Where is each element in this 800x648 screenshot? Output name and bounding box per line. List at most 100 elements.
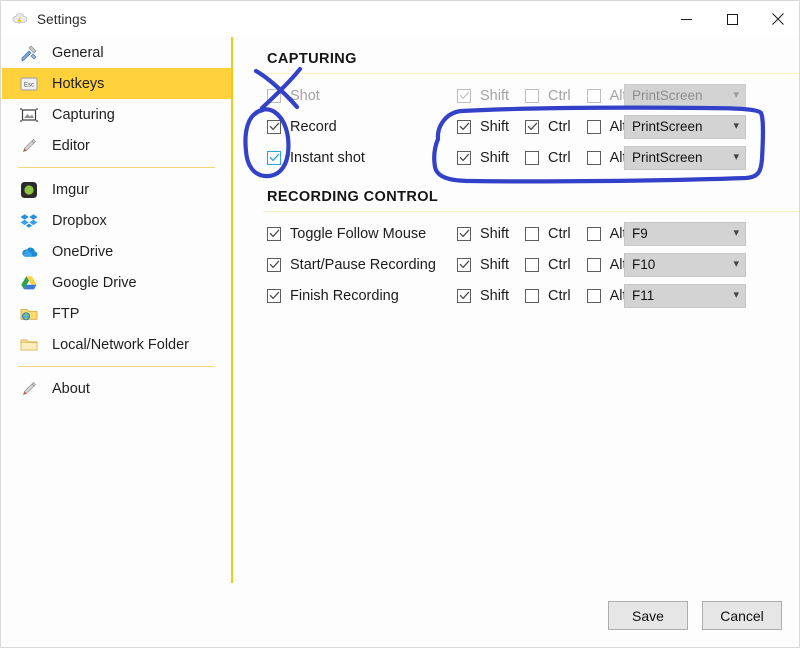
modifier-alt-checkbox[interactable]	[586, 288, 601, 303]
minimize-icon[interactable]	[663, 1, 709, 37]
key-select[interactable]: PrintScreen ▾	[624, 145, 746, 170]
hotkey-label: Record	[290, 118, 337, 135]
key-select-value: F10	[632, 257, 656, 272]
modifier-alt-checkbox[interactable]	[586, 119, 601, 134]
hotkey-label: Instant shot	[290, 149, 365, 166]
modifier-group: Shift Ctrl Alt	[457, 119, 643, 135]
sidebar-item-capturing[interactable]: Capturing	[2, 99, 231, 130]
sidebar-item-label: General	[52, 44, 104, 61]
sidebar-item-hotkeys[interactable]: Esc Hotkeys	[2, 68, 231, 99]
enable-checkbox[interactable]	[267, 257, 281, 272]
enable-checkbox[interactable]	[267, 150, 281, 165]
modifier-ctrl[interactable]: Ctrl	[525, 257, 571, 273]
modifier-shift-checkbox[interactable]	[457, 257, 471, 272]
modifier-label: Shift	[480, 118, 510, 135]
modifier-ctrl[interactable]: Ctrl	[525, 150, 571, 166]
sidebar-item-label: Local/Network Folder	[52, 336, 189, 353]
modifier-ctrl-checkbox[interactable]	[525, 88, 540, 103]
modifier-ctrl[interactable]: Ctrl	[525, 119, 571, 135]
modifier-group: Shift Ctrl Alt	[457, 257, 643, 273]
modifier-shift-checkbox[interactable]	[457, 288, 471, 303]
modifier-shift-checkbox[interactable]	[457, 119, 471, 134]
sidebar-item-about[interactable]: About	[2, 373, 231, 404]
key-select[interactable]: F11 ▾	[624, 283, 746, 308]
modifier-shift[interactable]: Shift	[457, 288, 509, 304]
modifier-alt-checkbox[interactable]	[586, 226, 601, 241]
modifier-label: Ctrl	[548, 287, 571, 304]
modifier-shift[interactable]: Shift	[457, 150, 509, 166]
modifier-label: Shift	[480, 225, 510, 242]
modifier-ctrl-checkbox[interactable]	[525, 150, 540, 165]
enable-checkbox[interactable]	[267, 88, 281, 103]
modifier-ctrl[interactable]: Ctrl	[525, 288, 571, 304]
modifier-ctrl-checkbox[interactable]	[525, 288, 540, 303]
modifier-ctrl-checkbox[interactable]	[525, 119, 540, 134]
modifier-shift[interactable]: Shift	[457, 88, 509, 104]
sidebar-item-local-network-folder[interactable]: Local/Network Folder	[2, 329, 231, 360]
sidebar-item-label: Google Drive	[52, 274, 137, 291]
enable-checkbox[interactable]	[267, 119, 281, 134]
google-drive-icon	[18, 272, 40, 294]
modifier-shift-checkbox[interactable]	[457, 88, 471, 103]
enable-checkbox[interactable]	[267, 226, 281, 241]
sidebar-item-label: About	[52, 380, 90, 397]
modifier-label: Ctrl	[548, 256, 571, 273]
sidebar-divider	[18, 167, 215, 168]
folder-icon	[18, 334, 40, 356]
key-select[interactable]: F10 ▾	[624, 252, 746, 277]
modifier-alt-checkbox[interactable]	[586, 150, 601, 165]
hotkey-row-content: Toggle Follow Mouse Shift Ctrl Alt F9 ▾	[235, 218, 799, 249]
title-bar: Settings	[1, 1, 799, 37]
section-title-recording-control: RECORDING CONTROL	[267, 189, 439, 205]
modifier-shift-checkbox[interactable]	[457, 226, 471, 241]
hotkey-label: Start/Pause Recording	[290, 256, 436, 273]
sidebar-item-dropbox[interactable]: Dropbox	[2, 205, 231, 236]
sidebar-item-ftp[interactable]: FTP	[2, 298, 231, 329]
save-button[interactable]: Save	[608, 601, 688, 630]
modifier-ctrl-checkbox[interactable]	[525, 226, 540, 241]
modifier-shift-checkbox[interactable]	[457, 150, 471, 165]
close-icon[interactable]	[755, 1, 799, 37]
enable-checkbox[interactable]	[267, 288, 281, 303]
sidebar-item-label: Capturing	[52, 106, 115, 123]
modifier-shift[interactable]: Shift	[457, 257, 509, 273]
window-controls	[663, 1, 799, 37]
key-select[interactable]: PrintScreen ▾	[624, 114, 746, 139]
maximize-icon[interactable]	[709, 1, 755, 37]
key-select[interactable]: PrintScreen ▾	[624, 83, 746, 108]
modifier-label: Shift	[480, 149, 510, 166]
section-title-capturing: CAPTURING	[267, 51, 357, 67]
modifier-shift[interactable]: Shift	[457, 226, 509, 242]
modifier-label: Ctrl	[548, 87, 571, 104]
key-select[interactable]: F9 ▾	[624, 221, 746, 246]
modifier-alt-checkbox[interactable]	[586, 88, 601, 103]
svg-text:Esc: Esc	[24, 82, 34, 88]
sidebar-item-onedrive[interactable]: OneDrive	[2, 236, 231, 267]
modifier-shift[interactable]: Shift	[457, 119, 509, 135]
modifier-alt[interactable]: Alt	[586, 88, 627, 104]
sidebar-item-imgur[interactable]: Imgur	[2, 174, 231, 205]
modifier-alt[interactable]: Alt	[586, 119, 627, 135]
modifier-alt-checkbox[interactable]	[586, 257, 601, 272]
modifier-alt[interactable]: Alt	[586, 150, 627, 166]
modifier-ctrl[interactable]: Ctrl	[525, 88, 571, 104]
cancel-button[interactable]: Cancel	[702, 601, 782, 630]
modifier-alt[interactable]: Alt	[586, 226, 627, 242]
sidebar-item-google-drive[interactable]: Google Drive	[2, 267, 231, 298]
modifier-ctrl[interactable]: Ctrl	[525, 226, 571, 242]
sidebar-item-editor[interactable]: Editor	[2, 130, 231, 161]
chevron-down-icon: ▾	[733, 89, 739, 101]
hotkey-label: Toggle Follow Mouse	[290, 225, 427, 242]
sidebar-item-label: Dropbox	[52, 212, 107, 229]
capture-frame-icon	[18, 104, 40, 126]
sidebar-item-general[interactable]: General	[2, 37, 231, 68]
settings-window: Settings General Esc Hotkeys Capturing Edito…	[0, 0, 800, 648]
hotkey-label: Finish Recording	[290, 287, 399, 304]
esc-key-icon: Esc	[18, 73, 40, 95]
key-select-value: F11	[632, 288, 655, 303]
chevron-down-icon: ▾	[733, 258, 739, 270]
modifier-alt[interactable]: Alt	[586, 257, 627, 273]
modifier-ctrl-checkbox[interactable]	[525, 257, 540, 272]
modifier-alt[interactable]: Alt	[586, 288, 627, 304]
modifier-label: Shift	[480, 287, 510, 304]
